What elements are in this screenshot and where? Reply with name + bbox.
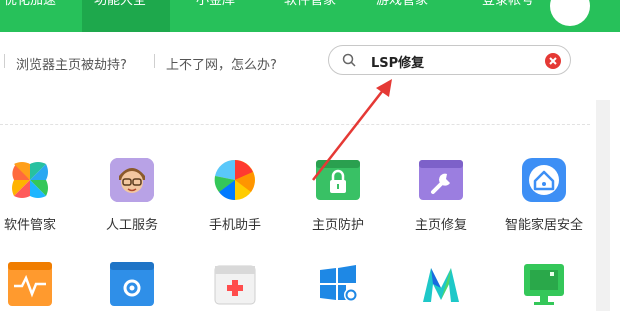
tool-label: 主页修复	[414, 218, 467, 233]
homepage-lock-icon	[316, 158, 360, 202]
nav-all-features[interactable]: 功能大全	[82, 0, 170, 32]
tool-label: 人工服务	[105, 218, 158, 233]
nav-all-features-label: 功能大全	[94, 0, 147, 8]
tool-row2-item[interactable]	[396, 262, 486, 306]
nav-game-manager-label: 游戏管家	[376, 0, 429, 8]
smart-home-icon	[522, 158, 566, 202]
link-separator	[4, 54, 5, 68]
tool-row2-item[interactable]	[0, 262, 75, 306]
tool-label: 手机助手	[208, 218, 261, 233]
tool-row2-item[interactable]	[87, 262, 177, 306]
tool-label: 智能家居安全	[504, 218, 583, 233]
first-aid-kit-icon	[213, 262, 257, 306]
clear-icon[interactable]	[545, 53, 561, 69]
software-manager-icon	[8, 158, 52, 202]
m-logo-icon	[419, 262, 463, 306]
nav-vault[interactable]: 小金库	[182, 0, 252, 32]
tool-label: 软件管家	[3, 218, 56, 233]
link-no-internet[interactable]: 上不了网，怎么办?	[166, 54, 277, 73]
search-input[interactable]	[369, 51, 533, 71]
scrollbar-track[interactable]	[596, 100, 610, 311]
window-gear-icon	[110, 262, 154, 306]
green-monitor-icon	[522, 262, 566, 306]
tool-software-manager[interactable]: 软件管家	[0, 158, 75, 233]
search-icon[interactable]	[342, 53, 356, 67]
tool-homepage-protection[interactable]: 主页防护	[293, 158, 383, 233]
link-homepage-hijacked[interactable]: 浏览器主页被劫持?	[16, 54, 127, 73]
nav-vault-label: 小金库	[196, 0, 236, 8]
human-service-icon	[110, 158, 154, 202]
tool-row2-item[interactable]	[499, 262, 589, 306]
feature-search-box[interactable]	[328, 45, 571, 75]
windows-gear-icon	[316, 262, 360, 306]
nav-software-manager-label: 软件管家	[284, 0, 337, 8]
nav-game-manager[interactable]: 游戏管家	[362, 0, 442, 32]
nav-optimize-label: 优化加速	[4, 0, 57, 8]
tool-label: 主页防护	[311, 218, 364, 233]
tool-homepage-repair[interactable]: 主页修复	[396, 158, 486, 233]
avatar[interactable]	[550, 0, 590, 26]
nav-login-label: 登录帐号	[482, 0, 535, 8]
link-separator	[154, 54, 155, 68]
nav-login[interactable]: 登录帐号	[470, 0, 540, 32]
tool-row2-item[interactable]	[293, 262, 383, 306]
tool-row2-item[interactable]	[190, 262, 280, 306]
section-divider	[0, 124, 590, 125]
tool-smart-home-security[interactable]: 智能家居安全	[499, 158, 589, 233]
homepage-repair-icon	[419, 158, 463, 202]
phone-assistant-icon	[213, 158, 257, 202]
monitor-pulse-icon	[8, 262, 52, 306]
tool-human-service[interactable]: 人工服务	[87, 158, 177, 233]
tool-phone-assistant[interactable]: 手机助手	[190, 158, 280, 233]
nav-optimize[interactable]: 优化加速	[0, 0, 80, 32]
top-navigation-bar: 优化加速 功能大全 小金库 软件管家 游戏管家 登录帐号	[0, 0, 620, 32]
nav-software-manager[interactable]: 软件管家	[270, 0, 350, 32]
